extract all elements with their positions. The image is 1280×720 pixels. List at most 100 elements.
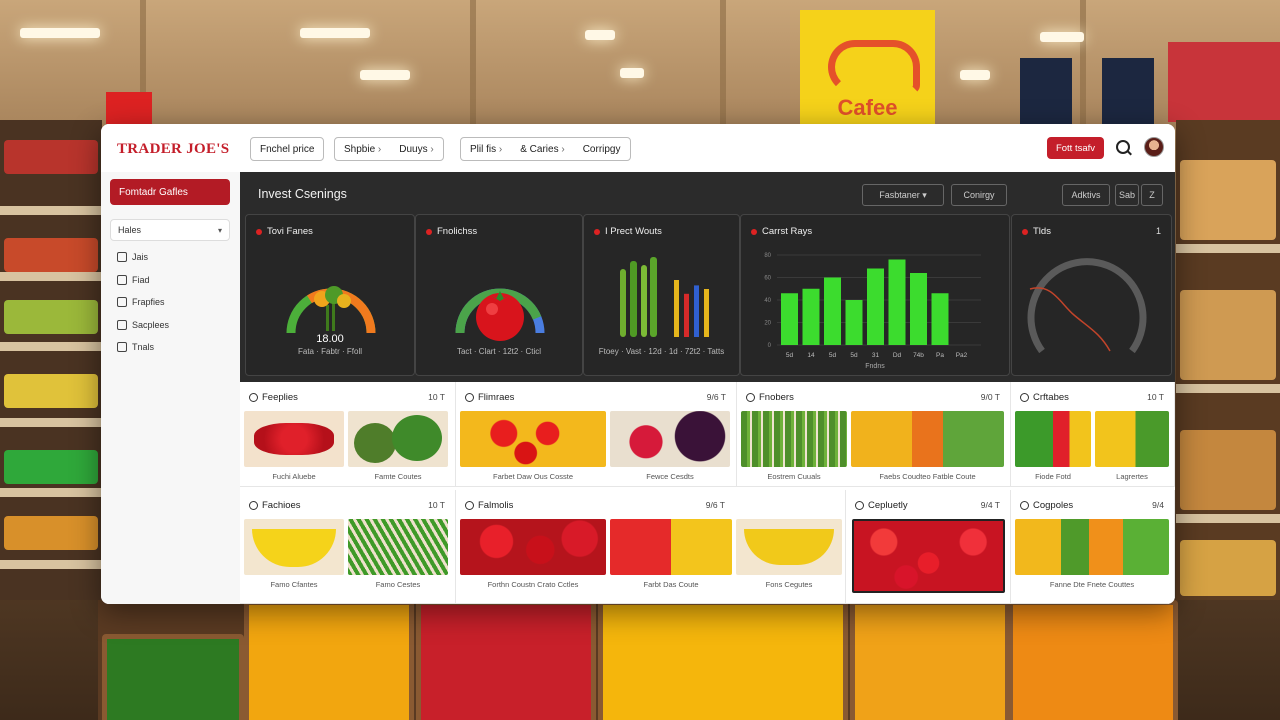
- cafe-sign: Cafee: [800, 10, 935, 125]
- category-section[interactable]: Crftabes 10 T Fiode Fotd Lagrertes: [1011, 382, 1175, 487]
- primary-action-button[interactable]: Fott tsafv: [1047, 137, 1104, 159]
- product-tile-tomatoes[interactable]: [460, 411, 606, 467]
- nav-item-shpbie[interactable]: Shpbie: [335, 144, 390, 155]
- banana-icon: [252, 529, 336, 567]
- bar[interactable]: [781, 293, 798, 345]
- sidebar-item-jais[interactable]: Jais: [117, 252, 148, 262]
- category-icon: [465, 393, 474, 402]
- dashboard-button-conirgy[interactable]: Conirgy: [951, 184, 1007, 206]
- category-section[interactable]: Cogpoles 9/4 Fanne Dte Fnete Couttes: [1011, 490, 1175, 604]
- bar[interactable]: [802, 288, 820, 345]
- bar[interactable]: [888, 259, 906, 346]
- shelf-ledge: [0, 418, 102, 427]
- card-caption: Tact · Clart · 12t2 · Cticl: [456, 347, 541, 356]
- nav-group-2: Shpbie Duuys: [334, 137, 444, 161]
- shelf-goods: [4, 516, 98, 550]
- product-tile-berries[interactable]: [610, 411, 730, 467]
- shelf-goods: [1180, 430, 1276, 510]
- bar[interactable]: [845, 300, 863, 345]
- tile-caption: Fons Cegutes: [765, 580, 813, 589]
- mini-bar: [694, 285, 699, 337]
- category-section[interactable]: Falmolis 9/6 T Forthn Coustn Crato Cctle…: [456, 490, 846, 604]
- brand-logo[interactable]: TRADER JOE'S: [117, 141, 229, 158]
- mini-bar: [704, 289, 709, 337]
- doc-icon: [117, 252, 127, 262]
- nav-item-caries[interactable]: & Caries: [511, 144, 573, 155]
- status-dot-icon: [256, 228, 262, 235]
- tile-caption: Fanne Dte Fnete Couttes: [1049, 580, 1135, 589]
- product-tile-strawberry-lemon[interactable]: [610, 519, 732, 575]
- product-tile-broccoli[interactable]: [348, 411, 448, 467]
- shelf-ledge: [0, 488, 102, 497]
- avatar[interactable]: [1144, 137, 1164, 157]
- bar[interactable]: [931, 293, 949, 345]
- bar[interactable]: [867, 268, 884, 346]
- product-tile-strawberries[interactable]: [852, 519, 1005, 593]
- ceiling-light: [1040, 32, 1084, 42]
- dial-chart: [1027, 258, 1147, 354]
- card-title-text: I Prect Wouts: [605, 226, 662, 237]
- sidebar-item-frapfies[interactable]: Frapfies: [117, 297, 165, 307]
- section-title: Fachioes: [262, 500, 301, 511]
- dashboard-button-sab[interactable]: Sab: [1115, 184, 1139, 206]
- sidebar-item-tnals[interactable]: Tnals: [117, 342, 154, 352]
- nav-item-duuys[interactable]: Duuys: [390, 144, 442, 155]
- category-section[interactable]: Flimraes 9/6 T Farbet Daw Ous Cosste Few…: [456, 382, 737, 487]
- kpi-card-tovi-fanes[interactable]: Tovi Fanes 18.00 Fata · Fabtr · Ffoll: [245, 214, 415, 376]
- product-tile-apples[interactable]: [460, 519, 606, 575]
- bin-oranges: [850, 600, 1010, 720]
- product-tile-bananas[interactable]: [244, 519, 344, 575]
- tile-caption: Lagrertes: [1116, 472, 1148, 481]
- category-section[interactable]: Cepluetly 9/4 T: [846, 490, 1011, 604]
- nav-item-plil[interactable]: Plil fis: [461, 144, 511, 155]
- product-tile-corn[interactable]: [1095, 411, 1169, 467]
- section-header: Crftabes: [1020, 392, 1069, 403]
- ceiling-beam: [1080, 0, 1086, 130]
- sidebar-item-sacplees[interactable]: Sacplees: [117, 320, 169, 330]
- product-tile-green-beans[interactable]: [741, 411, 847, 467]
- category-section[interactable]: Fnobers 9/0 T Eostrem Cuuals Faebs Coudt…: [737, 382, 1011, 487]
- product-tile-raspberries[interactable]: [244, 411, 344, 467]
- product-tile-mixed[interactable]: [851, 411, 1004, 467]
- shelf-goods: [4, 140, 98, 174]
- sidebar-item-fiad[interactable]: Fiad: [117, 275, 150, 285]
- nav-item-price[interactable]: Fnchel price: [251, 144, 323, 155]
- x-axis-label: Fndns: [865, 363, 885, 370]
- sidebar-item-label: Fiad: [132, 275, 150, 285]
- dashboard-button-adktivs[interactable]: Adktivs: [1062, 184, 1110, 206]
- cafe-logo-icon: [828, 40, 920, 94]
- shelf-goods: [4, 300, 98, 334]
- bar[interactable]: [824, 277, 841, 346]
- card-title-text: Tlds: [1033, 226, 1051, 237]
- asparagus-icon: [620, 257, 657, 337]
- dashboard-button-z[interactable]: Z: [1141, 184, 1163, 206]
- kpi-card-prect-wouts[interactable]: I Prect Wouts Ftoey · Vast · 12d · 1d · …: [583, 214, 740, 376]
- doc-icon: [117, 275, 127, 285]
- card-title: Tovi Fanes: [256, 226, 313, 237]
- bin-tomatoes: [416, 600, 596, 720]
- dashboard-filter-dropdown[interactable]: Fasbtaner ▾: [862, 184, 944, 206]
- list-icon: [117, 297, 127, 307]
- product-tile-greens[interactable]: [348, 519, 448, 575]
- sidebar-primary-button[interactable]: Fomtadr Gafles: [110, 179, 230, 205]
- red-sign: [106, 92, 152, 124]
- product-tile-veg-mix[interactable]: [1015, 411, 1091, 467]
- category-section[interactable]: Fachioes 10 T Famo Cfantes Famo Cestes: [240, 490, 456, 604]
- bar[interactable]: [910, 273, 927, 345]
- dropdown-label: Fasbtaner: [879, 190, 920, 200]
- sidebar-item-label: Frapfies: [132, 297, 165, 307]
- nav-item-company[interactable]: Corripgy: [574, 144, 630, 155]
- section-count: 9/4 T: [980, 500, 1000, 510]
- search-icon[interactable]: [1116, 140, 1130, 154]
- product-tile-bananas-2[interactable]: [736, 519, 842, 575]
- kpi-card-tlds[interactable]: Tlds 1: [1011, 214, 1172, 376]
- kpi-card-carrst-rays[interactable]: Carrst Rays 0 20 40 60 80 5d 14 5d 5d 31 Dd 74b Pa Pa…: [740, 214, 1010, 376]
- category-icon: [746, 393, 755, 402]
- section-count: 9/6 T: [706, 392, 726, 402]
- sidebar-select[interactable]: Hales ▾: [110, 219, 230, 241]
- section-count: 10 T: [1147, 392, 1164, 402]
- product-tile-mixed-produce[interactable]: [1015, 519, 1169, 575]
- kpi-card-fnolichss[interactable]: Fnolichss Tact · Clart · 12t2 · Cticl: [415, 214, 583, 376]
- category-section[interactable]: Feeplies 10 T Fuchi Aluebe Famte Coutes: [240, 382, 456, 487]
- sidebar-item-label: Sacplees: [132, 320, 170, 330]
